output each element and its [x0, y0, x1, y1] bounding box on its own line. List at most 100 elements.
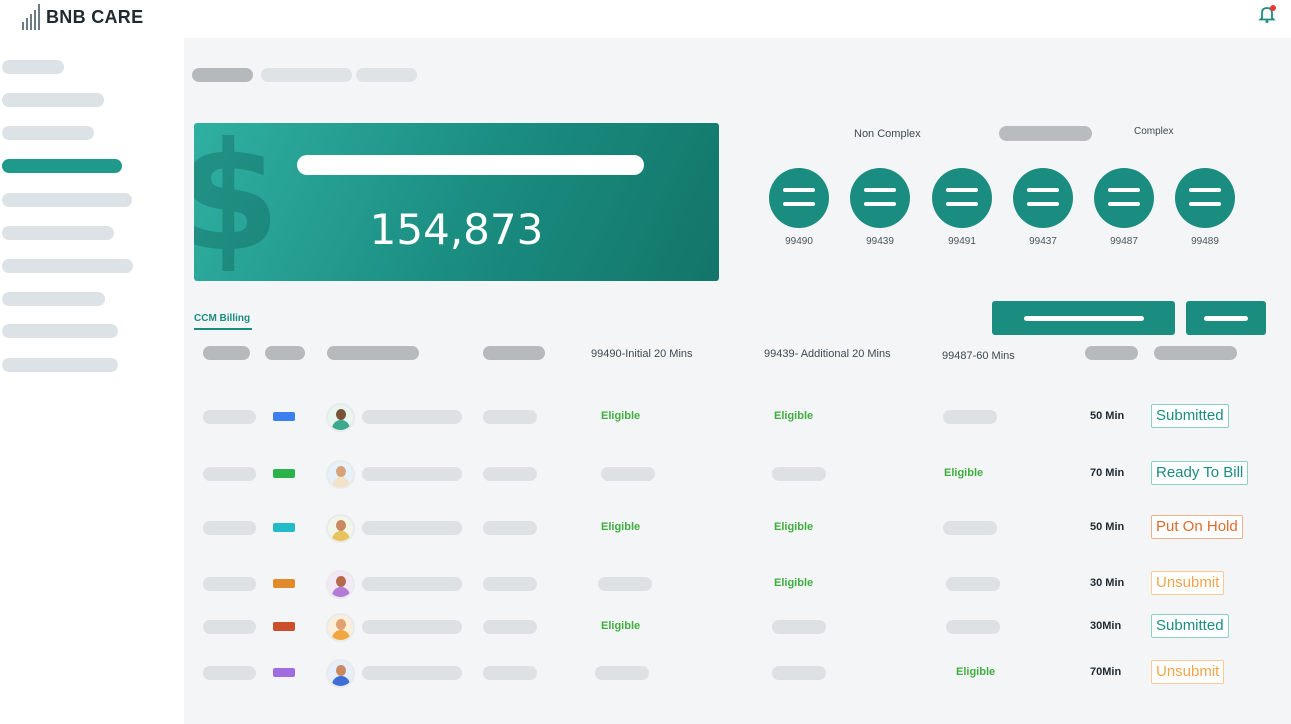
row-color-tag	[273, 469, 295, 478]
patient-name	[362, 467, 462, 481]
cpt-code-button[interactable]	[932, 168, 992, 228]
row-id	[203, 410, 256, 424]
cell-placeholder	[595, 666, 649, 680]
breadcrumb-item[interactable]	[356, 68, 417, 82]
cell-placeholder	[601, 467, 655, 481]
cpt-code-button[interactable]	[1013, 168, 1073, 228]
patient-name	[362, 521, 462, 535]
patient-avatar[interactable]	[326, 570, 355, 599]
column-header-99490[interactable]: 99490-Initial 20 Mins	[591, 348, 693, 360]
column-header[interactable]	[265, 346, 305, 360]
eligibility-99439: Eligible	[774, 410, 814, 422]
sidebar-item[interactable]	[2, 324, 118, 338]
column-header[interactable]	[203, 346, 250, 360]
sidebar-item-active[interactable]	[2, 159, 122, 173]
cpt-code-button[interactable]	[1175, 168, 1235, 228]
table-row[interactable]: Eligible 30 Min Unsubmit	[184, 570, 1291, 599]
main-panel: $ 154,873 Non Complex Complex 99490 9943…	[184, 38, 1291, 724]
row-id	[203, 666, 256, 680]
sidebar-item[interactable]	[2, 60, 64, 74]
table-row[interactable]: Eligible Eligible 50 Min Submitted	[184, 403, 1291, 432]
status-badge[interactable]: Unsubmit	[1151, 660, 1225, 684]
primary-action-button[interactable]	[992, 301, 1175, 335]
brand-logo[interactable]: BNB CARE	[22, 4, 143, 30]
patient-avatar[interactable]	[326, 403, 355, 432]
cpt-code-button[interactable]	[850, 168, 910, 228]
patient-avatar[interactable]	[326, 514, 355, 543]
patient-avatar[interactable]	[326, 659, 355, 688]
eligibility-99439: Eligible	[774, 521, 814, 533]
secondary-action-button[interactable]	[1186, 301, 1266, 335]
cell-placeholder	[483, 666, 537, 680]
patient-avatar[interactable]	[326, 460, 355, 489]
status-badge[interactable]: Submitted	[1151, 614, 1229, 638]
minutes-value: 50 Min	[1090, 410, 1125, 422]
column-header[interactable]	[327, 346, 419, 360]
column-header-99487[interactable]: 99487-60 Mins	[942, 350, 1015, 362]
eligibility-99490: Eligible	[601, 521, 641, 533]
cell-placeholder	[483, 577, 537, 591]
sidebar-item[interactable]	[2, 126, 94, 140]
row-color-tag	[273, 668, 295, 677]
patient-name	[362, 410, 462, 424]
table-row[interactable]: Eligible Eligible 50 Min Put On Hold	[184, 514, 1291, 543]
eligibility-99487: Eligible	[956, 666, 996, 678]
table-row[interactable]: Eligible 30Min Submitted	[184, 613, 1291, 642]
breadcrumb-item[interactable]	[261, 68, 352, 82]
sidebar-item[interactable]	[2, 358, 118, 372]
category-toggle[interactable]	[999, 126, 1092, 141]
sidebar-item[interactable]	[2, 93, 104, 107]
patient-avatar[interactable]	[326, 613, 355, 642]
tab-underline	[194, 328, 252, 330]
dollar-icon: $	[194, 123, 281, 281]
top-bar: BNB CARE	[0, 0, 1291, 36]
cell-placeholder	[483, 410, 537, 424]
status-badge[interactable]: Ready To Bill	[1151, 461, 1249, 485]
minutes-value: 50 Min	[1090, 521, 1125, 533]
row-color-tag	[273, 412, 295, 421]
sidebar-item[interactable]	[2, 226, 114, 240]
logo-icon	[22, 4, 40, 30]
row-id	[203, 577, 256, 591]
column-header-99439[interactable]: 99439- Additional 20 Mins	[764, 348, 891, 360]
non-complex-label: Non Complex	[854, 128, 921, 140]
cpt-code-button[interactable]	[1094, 168, 1154, 228]
row-id	[203, 467, 256, 481]
status-badge[interactable]: Unsubmit	[1151, 571, 1225, 595]
sidebar-item[interactable]	[2, 292, 105, 306]
minutes-value: 30Min	[1090, 620, 1122, 632]
row-color-tag	[273, 523, 295, 532]
cell-placeholder	[946, 620, 1000, 634]
column-header[interactable]	[1154, 346, 1237, 360]
status-badge[interactable]: Put On Hold	[1151, 515, 1243, 539]
bell-icon[interactable]	[1256, 3, 1278, 25]
cell-placeholder	[483, 521, 537, 535]
row-id	[203, 521, 256, 535]
minutes-value: 70 Min	[1090, 467, 1125, 479]
column-header[interactable]	[1085, 346, 1138, 360]
cpt-code-button[interactable]	[769, 168, 829, 228]
cpt-code-label: 99437	[1029, 236, 1057, 247]
sidebar-item[interactable]	[2, 193, 132, 207]
cell-placeholder	[772, 666, 826, 680]
complex-label: Complex	[1134, 126, 1174, 137]
eligibility-99487: Eligible	[944, 467, 984, 479]
billing-total-value: 154,873	[369, 205, 544, 254]
patient-name	[362, 666, 462, 680]
table-row[interactable]: Eligible 70 Min Ready To Bill	[184, 460, 1291, 489]
breadcrumb-item[interactable]	[192, 68, 253, 82]
cell-placeholder	[772, 467, 826, 481]
patient-name	[362, 577, 462, 591]
table-row[interactable]: Eligible 70Min Unsubmit	[184, 659, 1291, 688]
eligibility-99490: Eligible	[601, 410, 641, 422]
cpt-code-label: 99439	[866, 236, 894, 247]
sidebar-item[interactable]	[2, 259, 133, 273]
cell-placeholder	[598, 577, 652, 591]
billing-total-card: $ 154,873	[194, 123, 719, 281]
cell-placeholder	[772, 620, 826, 634]
column-header[interactable]	[483, 346, 545, 360]
tab-ccm-billing[interactable]: CCM Billing	[194, 313, 250, 324]
cell-placeholder	[483, 467, 537, 481]
cpt-code-label: 99490	[785, 236, 813, 247]
status-badge[interactable]: Submitted	[1151, 404, 1229, 428]
